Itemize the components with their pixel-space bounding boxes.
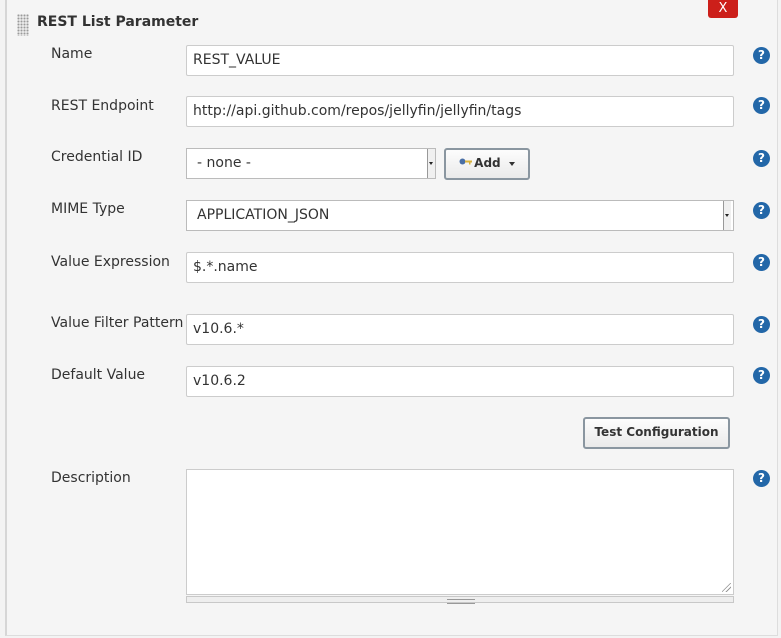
help-icon[interactable]: ? <box>753 97 770 114</box>
close-button[interactable]: X <box>708 0 738 18</box>
help-icon[interactable]: ? <box>753 316 770 333</box>
test-configuration-button[interactable]: Test Configuration <box>583 417 730 449</box>
help-icon[interactable]: ? <box>753 150 770 167</box>
key-icon <box>459 149 473 176</box>
mime-type-label: MIME Type <box>51 201 125 217</box>
rest-endpoint-input[interactable]: http://api.github.com/repos/jellyfin/jel… <box>186 96 734 127</box>
value-filter-pattern-label: Value Filter Pattern <box>51 315 184 331</box>
default-value-input[interactable]: v10.6.2 <box>186 366 734 397</box>
add-label: Add <box>474 156 501 170</box>
chevron-down-icon <box>723 201 731 230</box>
name-input[interactable]: REST_VALUE <box>186 45 734 76</box>
value-expression-input[interactable]: $.*.name <box>186 252 734 283</box>
chevron-down-icon <box>427 149 435 178</box>
textarea-resize-bar[interactable] <box>186 596 734 604</box>
help-icon[interactable]: ? <box>753 367 770 384</box>
resize-handle-icon[interactable] <box>722 583 731 592</box>
add-credential-button[interactable]: Add <box>444 148 530 180</box>
value-filter-pattern-input[interactable]: v10.6.* <box>186 314 734 345</box>
help-icon[interactable]: ? <box>753 470 770 487</box>
help-icon[interactable]: ? <box>753 47 770 64</box>
value-expression-label: Value Expression <box>51 254 170 270</box>
mime-type-select[interactable]: APPLICATION_JSON <box>186 200 734 231</box>
name-label: Name <box>51 46 93 62</box>
help-icon[interactable]: ? <box>753 202 770 219</box>
section-title: REST List Parameter <box>37 14 199 30</box>
grip-icon <box>447 599 475 604</box>
help-icon[interactable]: ? <box>753 254 770 271</box>
credential-id-selected: - none - <box>197 155 251 171</box>
caret-down-icon <box>508 161 515 166</box>
default-value-label: Default Value <box>51 367 146 383</box>
mime-type-selected: APPLICATION_JSON <box>197 207 330 223</box>
drag-handle-icon[interactable] <box>17 14 29 36</box>
rest-endpoint-label: REST Endpoint <box>51 98 154 114</box>
credential-id-select[interactable]: - none - <box>186 148 436 179</box>
description-label: Description <box>51 470 131 486</box>
credential-id-label: Credential ID <box>51 149 143 165</box>
description-textarea[interactable] <box>186 469 734 595</box>
